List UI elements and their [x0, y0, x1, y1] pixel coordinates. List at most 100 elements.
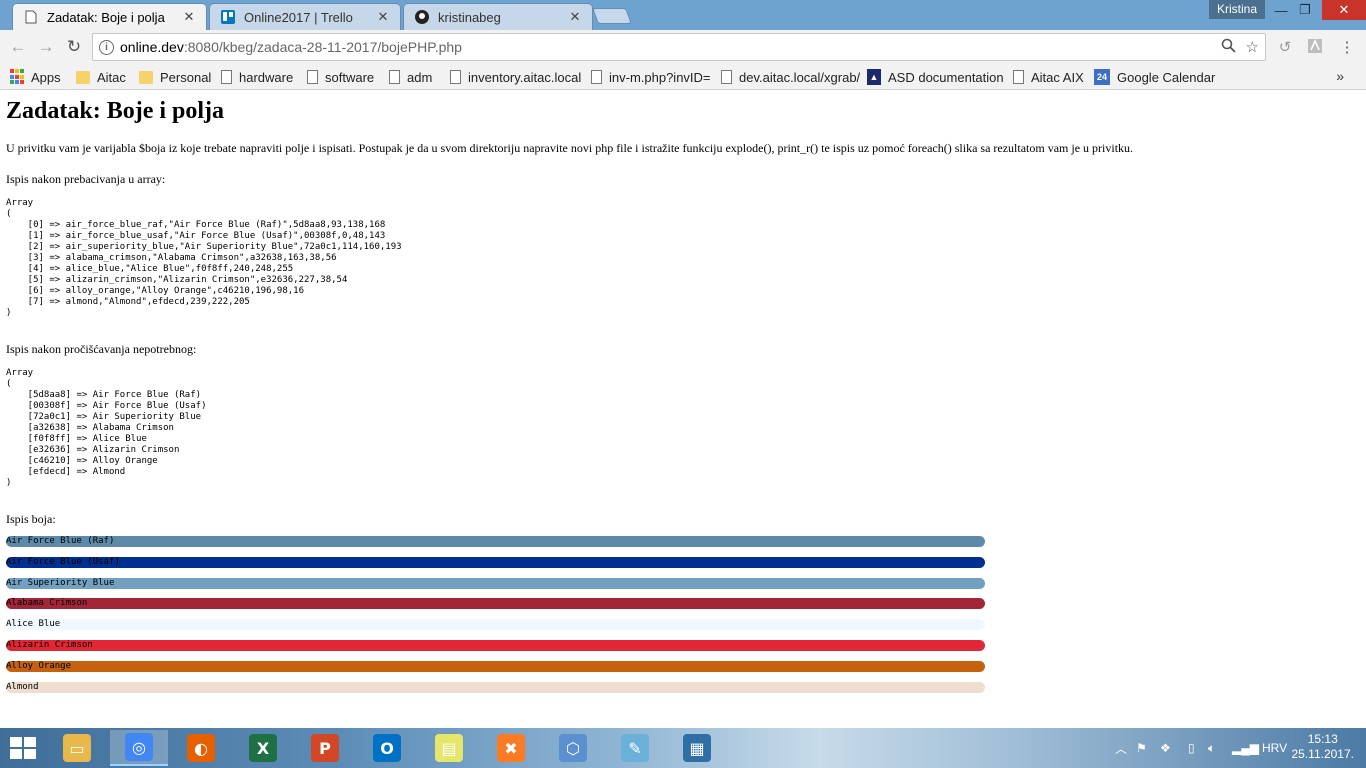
page-icon: [721, 70, 732, 84]
folder-icon: [139, 70, 153, 84]
tab-trello[interactable]: Online2017 | Trello ✕: [209, 3, 401, 30]
pdf-extension-icon[interactable]: [1306, 38, 1324, 56]
volume-icon[interactable]: 🔈︎: [1208, 739, 1215, 757]
color-bar: Air Force Blue (Usaf): [6, 556, 985, 568]
calendar-icon: 24: [1094, 69, 1110, 85]
new-tab-button[interactable]: [592, 8, 632, 24]
bookmark-inventory[interactable]: inventory.aitac.local: [450, 68, 581, 86]
address-bar[interactable]: i online.dev:8080/kbeg/zadaca-28-11-2017…: [92, 33, 1266, 61]
bookmark-google-calendar[interactable]: 24 Google Calendar: [1094, 68, 1215, 86]
battery-icon[interactable]: ▯: [1188, 739, 1195, 757]
taskbar-sticky-notes[interactable]: ▤: [420, 730, 478, 766]
tab-zadatak[interactable]: Zadatak: Boje i polja ✕: [12, 3, 207, 30]
signal-icon[interactable]: ▂▄▆: [1232, 739, 1259, 757]
forward-icon[interactable]: →: [35, 36, 57, 58]
bookmark-label: Personal: [160, 69, 212, 85]
cube-icon: ⬡: [559, 734, 587, 762]
bookmark-label: adm: [407, 69, 433, 85]
page-icon: [450, 70, 461, 84]
bookmark-label: Google Calendar: [1117, 69, 1216, 85]
info-icon[interactable]: i: [99, 39, 114, 55]
history-icon[interactable]: ↺: [1276, 38, 1294, 56]
bookmark-label: dev.aitac.local/xgrab/: [739, 69, 861, 85]
tab-strip: Zadatak: Boje i polja ✕ Online2017 | Tre…: [0, 0, 1366, 30]
zoom-icon[interactable]: [1221, 38, 1236, 57]
bookmark-asd[interactable]: ▲ ASD documentation: [867, 68, 1004, 86]
clean-array-output: Array ( [5d8aa8] => Air Force Blue (Raf)…: [6, 368, 207, 488]
bookmark-label: hardware: [239, 69, 294, 85]
taskbar-file-explorer[interactable]: ▭: [48, 730, 106, 766]
bookmarks-bar: Apps Aitac Personal hardware software ad…: [0, 64, 1366, 90]
clock-date: 25.11.2017.: [1291, 747, 1354, 761]
clock[interactable]: 15:13 25.11.2017.: [1291, 732, 1354, 762]
tab-title: Zadatak: Boje i polja: [47, 9, 165, 25]
color-bar: Alabama Crimson: [6, 598, 985, 610]
clock-time: 15:13: [1307, 732, 1338, 746]
page-icon: [1013, 70, 1024, 84]
page-icon: [389, 70, 400, 84]
outlook-icon: O: [373, 734, 401, 762]
bookmark-aitac-aix[interactable]: Aitac AIX: [1013, 68, 1084, 86]
taskbar-outlook[interactable]: O: [358, 730, 416, 766]
powerpoint-icon: P: [311, 734, 339, 762]
page-icon: [307, 70, 318, 84]
reload-icon[interactable]: ↻: [63, 36, 85, 58]
menu-icon[interactable]: ⋮: [1338, 38, 1356, 56]
bookmark-label: ASD documentation: [888, 69, 1004, 85]
folder-icon: ▭: [63, 734, 91, 762]
browser-toolbar: ← → ↻ i online.dev:8080/kbeg/zadaca-28-1…: [0, 30, 1366, 64]
taskbar-xampp[interactable]: ✖: [482, 730, 540, 766]
language-indicator[interactable]: HRV: [1262, 739, 1287, 757]
window-close-icon[interactable]: ✕: [1322, 0, 1366, 20]
dropbox-icon[interactable]: ❖: [1160, 739, 1171, 757]
taskbar-virtualbox[interactable]: ⬡: [544, 730, 602, 766]
bookmark-personal[interactable]: Personal: [139, 68, 211, 86]
color-bar: Almond: [6, 681, 985, 693]
taskbar-firefox[interactable]: ◐: [172, 730, 230, 766]
page-title: Zadatak: Boje i polja: [6, 98, 225, 124]
page-icon: [23, 9, 39, 25]
back-icon[interactable]: ←: [7, 36, 29, 58]
bookmark-label: inventory.aitac.local: [468, 69, 582, 85]
trello-icon: [220, 9, 236, 25]
bookmark-label: software: [325, 69, 375, 85]
taskbar-editor[interactable]: ✎: [606, 730, 664, 766]
taskbar-excel[interactable]: X: [234, 730, 292, 766]
restore-icon[interactable]: ❐: [1290, 0, 1320, 20]
taskbar-powerpoint[interactable]: P: [296, 730, 354, 766]
close-icon[interactable]: ✕: [568, 9, 582, 25]
color-bar: Air Superiority Blue: [6, 577, 985, 589]
color-bars: Air Force Blue (Raf) Air Force Blue (Usa…: [6, 536, 1366, 693]
raw-array-output: Array ( [0] => air_force_blue_raf,"Air F…: [6, 198, 402, 318]
bookmark-software[interactable]: software: [307, 68, 374, 86]
star-icon[interactable]: ☆: [1246, 38, 1259, 57]
excel-icon: X: [249, 734, 277, 762]
bookmark-inv-m[interactable]: inv-m.php?invID=: [591, 68, 711, 86]
bookmark-aitac[interactable]: Aitac: [76, 68, 126, 86]
profile-button[interactable]: Kristina: [1209, 0, 1266, 19]
network-warning-icon[interactable]: ⚑: [1136, 739, 1147, 757]
tab-title: kristinabeg: [438, 9, 501, 25]
url-host: online.dev: [120, 39, 184, 55]
bookmark-hardware[interactable]: hardware: [221, 68, 293, 86]
close-icon[interactable]: ✕: [376, 9, 390, 25]
photo-icon: ▦: [683, 734, 711, 762]
color-bar: Alloy Orange: [6, 660, 985, 672]
bookmark-xgrab[interactable]: dev.aitac.local/xgrab/: [721, 68, 860, 86]
tab-github[interactable]: kristinabeg ✕: [403, 3, 593, 30]
taskbar-photos[interactable]: ▦: [668, 730, 726, 766]
github-icon: [414, 9, 430, 25]
apps-grid-icon: [10, 69, 24, 85]
bookmark-label: inv-m.php?invID=: [609, 69, 711, 85]
bookmark-adm[interactable]: adm: [389, 68, 432, 86]
folder-icon: [76, 70, 90, 84]
color-bar: Alizarin Crimson: [6, 639, 985, 651]
close-icon[interactable]: ✕: [182, 9, 196, 25]
colors-label: Ispis boja:: [6, 512, 56, 526]
chevron-right-icon[interactable]: »: [1336, 68, 1344, 84]
show-hidden-icons-icon[interactable]: ︿: [1115, 739, 1127, 757]
bookmark-label: Aitac: [97, 69, 126, 85]
windows-start-icon[interactable]: [10, 737, 36, 759]
taskbar-chrome[interactable]: ◎: [110, 730, 168, 766]
bookmark-apps[interactable]: Apps: [10, 68, 61, 86]
